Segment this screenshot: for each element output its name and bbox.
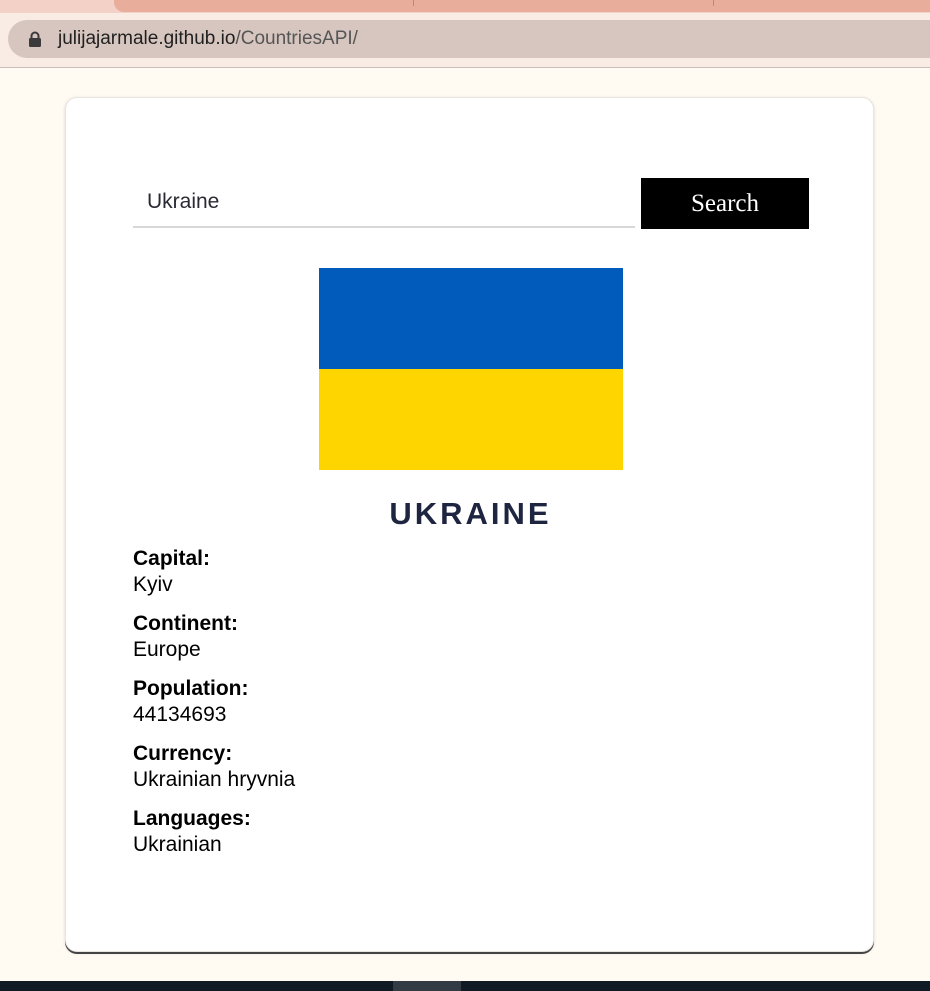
flag-blue-stripe <box>319 268 623 369</box>
country-card: Search UKRAINE Capital: Kyiv Continent: … <box>65 97 874 952</box>
url-host: julijajarmale.github.io <box>58 28 236 49</box>
lock-icon[interactable] <box>28 31 42 47</box>
info-label: Continent: <box>133 612 238 635</box>
flag-yellow-stripe <box>319 369 623 470</box>
country-name: UKRAINE <box>389 496 552 531</box>
taskbar-item[interactable] <box>393 981 461 991</box>
info-label: Languages: <box>133 807 251 830</box>
search-button[interactable]: Search <box>641 178 809 229</box>
info-population: Population: 44134693 <box>133 676 633 728</box>
url-path: /CountriesAPI/ <box>235 28 358 49</box>
info-value: Ukrainian hryvnia <box>133 768 296 791</box>
info-continent: Continent: Europe <box>133 611 633 663</box>
info-value: Ukrainian <box>133 833 222 856</box>
tab-separator <box>413 0 414 6</box>
info-value: 44134693 <box>133 703 227 726</box>
info-label: Population: <box>133 677 249 700</box>
info-value: Europe <box>133 638 201 661</box>
taskbar <box>0 981 930 991</box>
country-info-list: Capital: Kyiv Continent: Europe Populati… <box>133 546 633 871</box>
info-label: Capital: <box>133 547 211 570</box>
tab-strip <box>0 0 930 13</box>
tab-separator <box>713 0 714 6</box>
country-search-input[interactable] <box>133 178 635 228</box>
url-text[interactable]: julijajarmale.github.io/CountriesAPI/ <box>58 28 358 50</box>
active-tab[interactable] <box>114 0 930 12</box>
info-capital: Capital: Kyiv <box>133 546 633 598</box>
info-currency: Currency: Ukrainian hryvnia <box>133 741 633 793</box>
browser-toolbar: julijajarmale.github.io/CountriesAPI/ <box>0 13 930 68</box>
address-bar[interactable]: julijajarmale.github.io/CountriesAPI/ <box>8 20 930 58</box>
info-label: Currency: <box>133 742 233 765</box>
info-value: Kyiv <box>133 573 173 596</box>
info-languages: Languages: Ukrainian <box>133 806 633 858</box>
country-flag <box>319 268 623 470</box>
